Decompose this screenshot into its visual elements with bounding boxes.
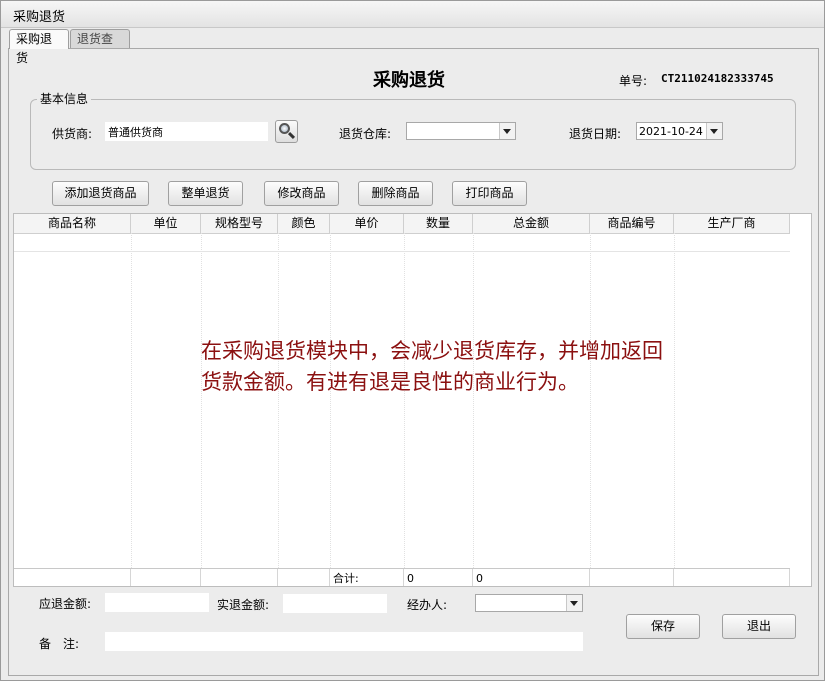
handler-label: 经办人: <box>407 598 448 612</box>
column-header[interactable]: 单价 <box>330 214 404 233</box>
exit-button[interactable]: 退出 <box>722 614 796 639</box>
title-bar: 采购退货 <box>1 1 824 28</box>
refund-due-field[interactable] <box>105 593 209 612</box>
app-window: 采购退货 采购退货 退货查询 采购退货 单号: CT21102418233374… <box>0 0 825 681</box>
column-header[interactable]: 规格型号 <box>201 214 278 233</box>
column-header[interactable]: 商品编号 <box>590 214 674 233</box>
save-button[interactable]: 保存 <box>626 614 700 639</box>
note-label: 备 注: <box>39 637 80 651</box>
print-item-button[interactable]: 打印商品 <box>452 181 527 206</box>
column-header[interactable]: 单位 <box>131 214 201 233</box>
window-title: 采购退货 <box>13 10 66 25</box>
table-header: 商品名称 单位 规格型号 颜色 单价 数量 总金额 商品编号 生产厂商 <box>14 214 790 234</box>
edit-item-button[interactable]: 修改商品 <box>264 181 339 206</box>
column-header[interactable]: 总金额 <box>473 214 590 233</box>
refund-actual-label: 实退金额: <box>217 598 270 612</box>
order-number-value: CT211024182333745 <box>661 72 774 85</box>
return-date-label: 退货日期: <box>569 127 622 141</box>
chevron-down-icon[interactable] <box>706 123 722 139</box>
table-scroll-area <box>790 214 811 586</box>
refund-actual-field[interactable] <box>283 594 387 613</box>
column-header[interactable]: 生产厂商 <box>674 214 790 233</box>
column-header[interactable]: 数量 <box>404 214 473 233</box>
warehouse-select[interactable] <box>406 122 516 140</box>
total-amount: 0 <box>473 569 590 586</box>
totals-label: 合计: <box>330 569 404 586</box>
tab-purchase-return[interactable]: 采购退货 <box>9 29 69 65</box>
delete-item-button[interactable]: 删除商品 <box>358 181 433 206</box>
handler-select[interactable] <box>475 594 583 612</box>
annotation-text: 在采购退货模块中，会减少退货库存，并增加返回货款金额。有进有退是良性的商业行为。 <box>201 339 663 394</box>
column-header[interactable]: 商品名称 <box>14 214 131 233</box>
items-table[interactable]: 商品名称 单位 规格型号 颜色 单价 数量 总金额 商品编号 生产厂商 合计: … <box>13 213 812 587</box>
whole-order-return-button[interactable]: 整单退货 <box>168 181 243 206</box>
chevron-down-icon[interactable] <box>499 123 515 139</box>
supplier-field[interactable]: 普通供货商 <box>105 122 268 141</box>
refund-due-label: 应退金额: <box>39 597 92 611</box>
table-totals-row: 合计: 0 0 <box>14 568 790 586</box>
total-quantity: 0 <box>404 569 473 586</box>
column-header[interactable]: 颜色 <box>278 214 330 233</box>
supplier-label: 供货商: <box>52 127 93 141</box>
note-field[interactable] <box>105 632 583 651</box>
basic-info-legend: 基本信息 <box>37 90 92 107</box>
order-number-label: 单号: <box>619 74 648 88</box>
add-return-item-button[interactable]: 添加退货商品 <box>52 181 149 206</box>
return-date-picker[interactable]: 2021-10-24 <box>636 122 723 140</box>
page-title: 采购退货 <box>373 70 445 91</box>
supplier-search-button[interactable] <box>275 120 298 143</box>
warehouse-label: 退货仓库: <box>339 127 392 141</box>
tab-return-query[interactable]: 退货查询 <box>70 29 130 65</box>
chevron-down-icon[interactable] <box>566 595 582 611</box>
return-date-value: 2021-10-24 <box>639 125 703 138</box>
table-row[interactable] <box>14 233 790 252</box>
